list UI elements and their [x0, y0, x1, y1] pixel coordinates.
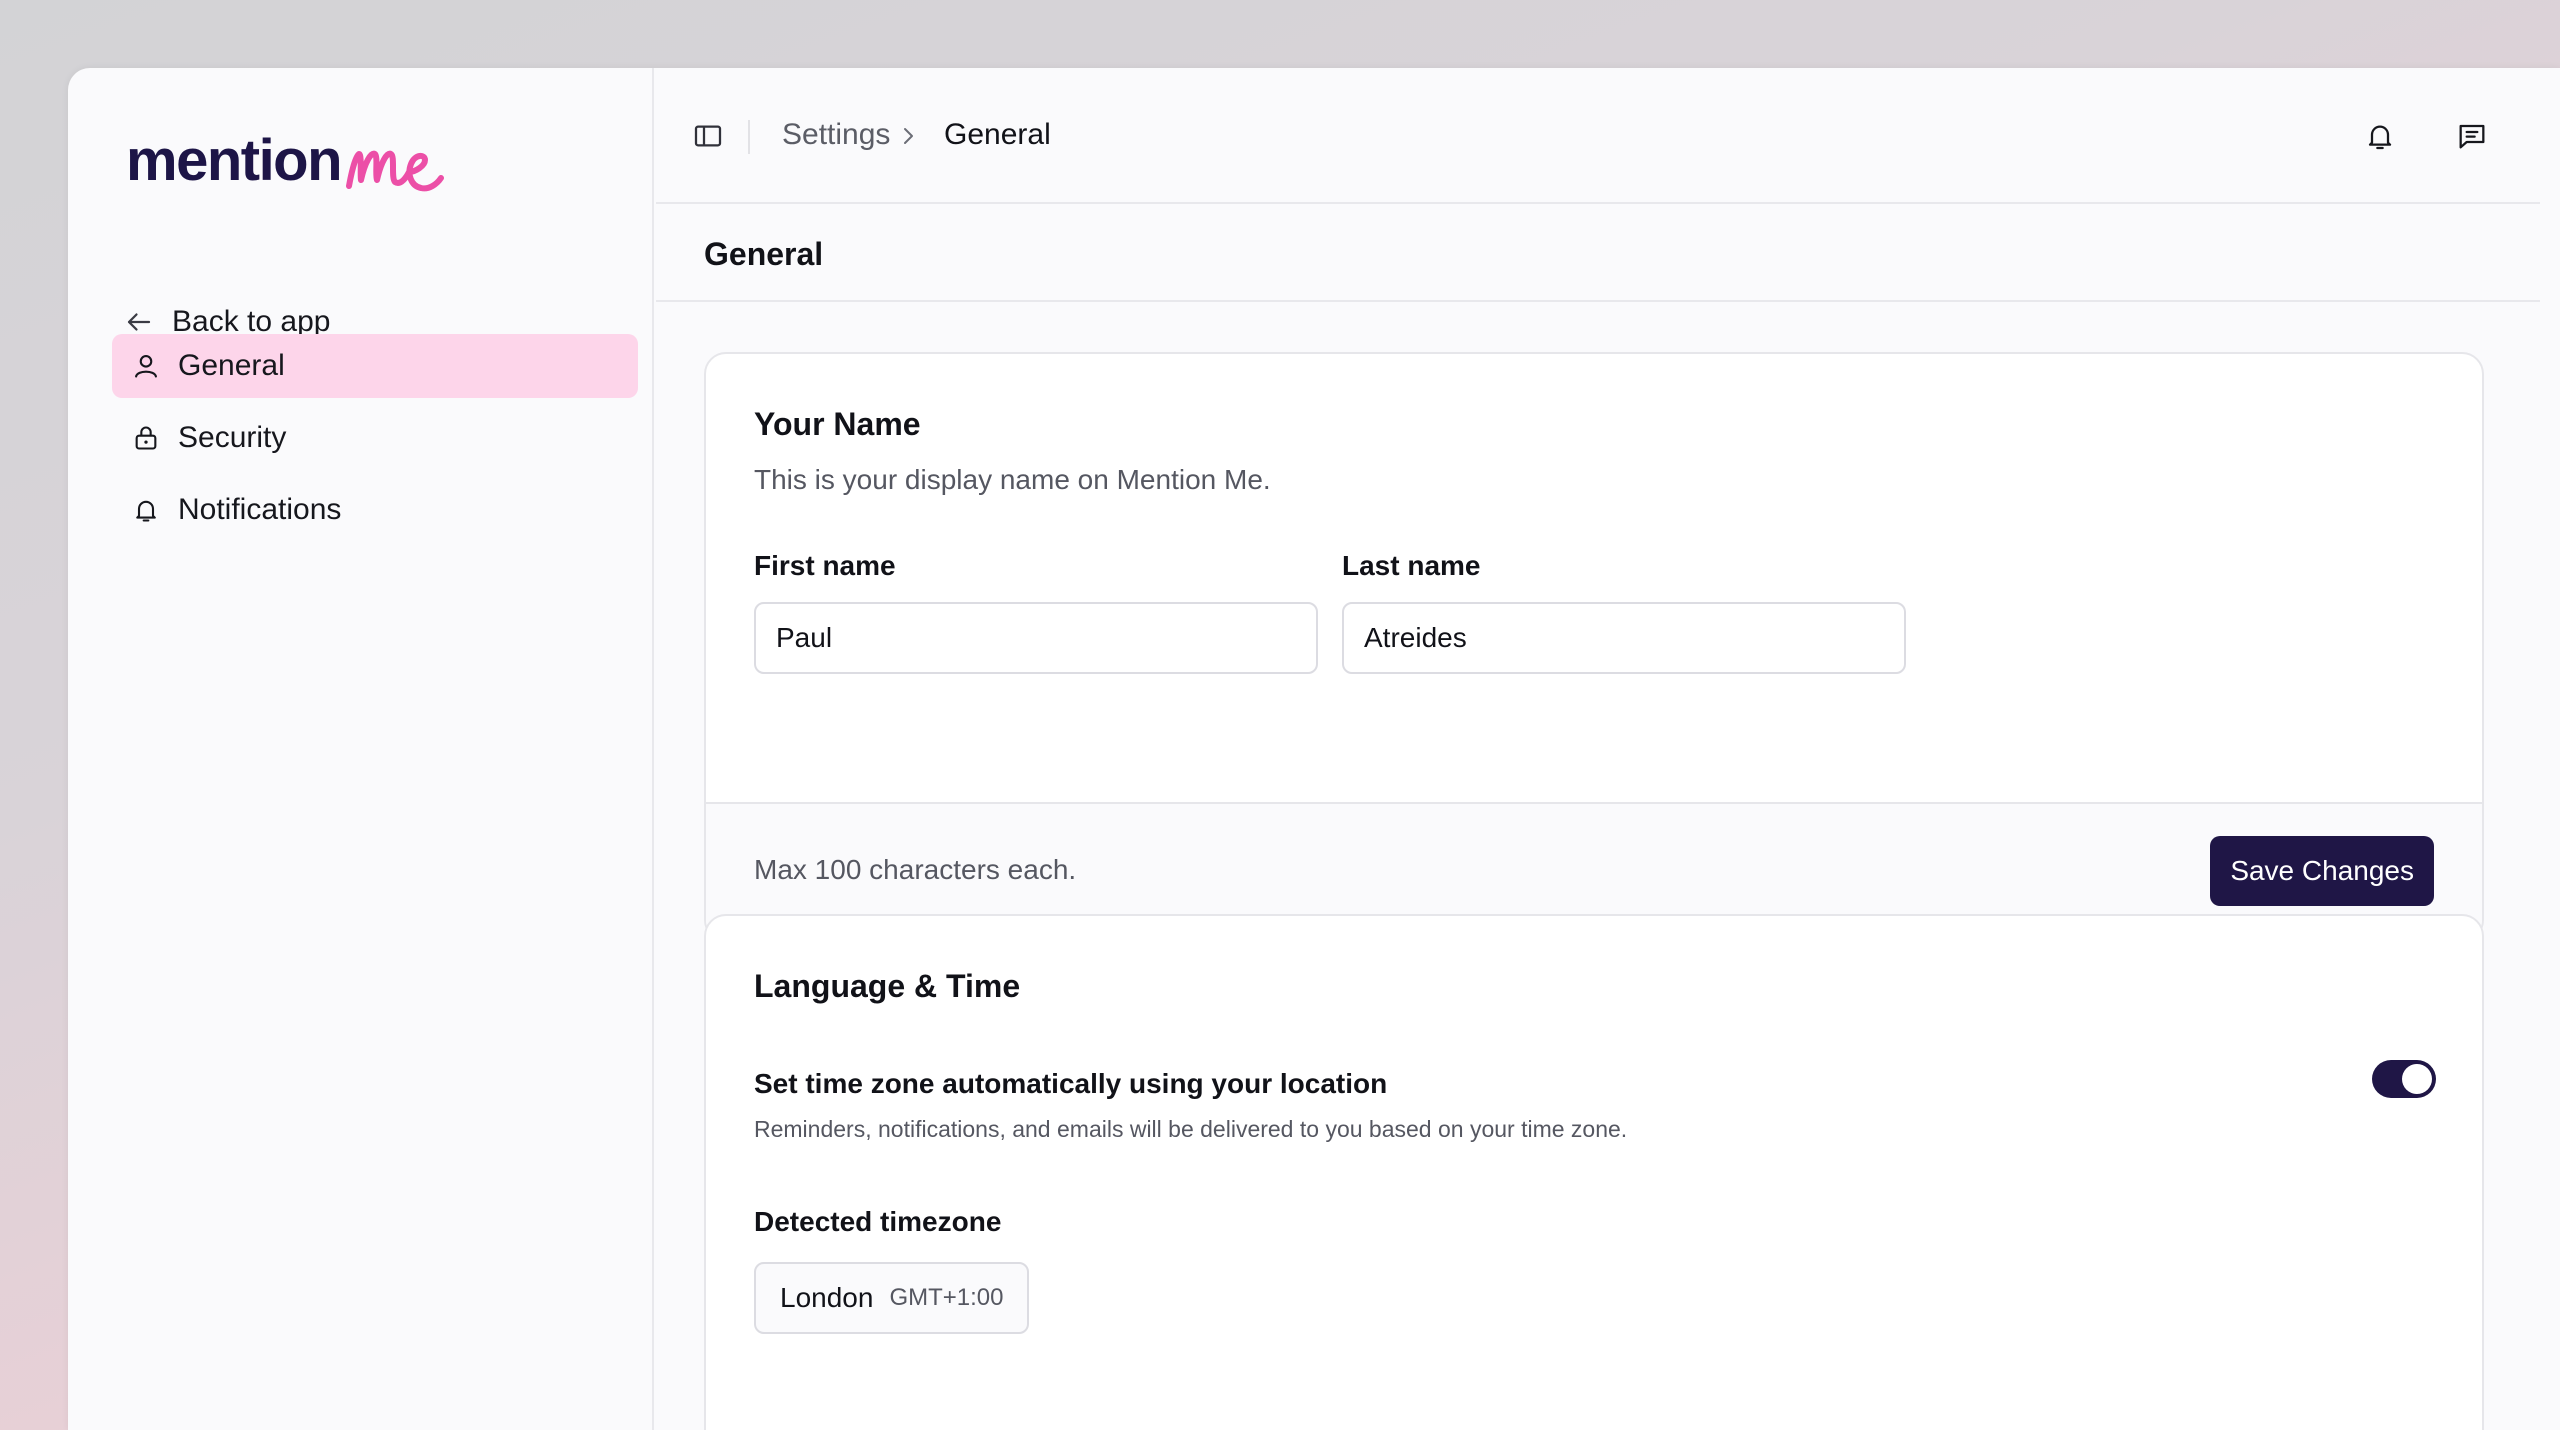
first-name-label: First name: [754, 550, 896, 581]
page-header: General: [656, 206, 2540, 302]
detected-timezone-label: Detected timezone: [754, 1206, 1002, 1237]
sidebar-item-label: Security: [178, 421, 287, 454]
sidebar-item-security[interactable]: Security: [112, 406, 638, 470]
settings-nav: General Security Notifications: [112, 334, 638, 550]
header-divider: [748, 120, 750, 154]
bell-icon: [2368, 125, 2392, 150]
logo: mention: [126, 110, 445, 193]
sidebar-item-general[interactable]: General: [112, 334, 638, 398]
logo-text: mention: [126, 128, 343, 193]
arrow-left-icon: [127, 313, 151, 331]
messages-button[interactable]: [2452, 116, 2492, 156]
character-limit-note: Max 100 characters each.: [754, 854, 1077, 885]
last-name-label: Last name: [1342, 550, 1481, 581]
timezone-offset: GMT+1:00: [889, 1284, 1004, 1311]
message-icon: [2459, 124, 2485, 149]
top-bar: Settings General: [656, 68, 2540, 204]
notifications-button[interactable]: [2360, 116, 2400, 156]
timezone-city: London: [780, 1282, 874, 1313]
breadcrumb-settings[interactable]: Settings: [782, 118, 890, 152]
chevron-right-icon: [904, 128, 913, 144]
sidebar-item-label: Notifications: [178, 493, 342, 526]
auto-timezone-description: Reminders, notifications, and emails wil…: [754, 1116, 1628, 1142]
sidebar-item-notifications[interactable]: Notifications: [112, 478, 638, 542]
auto-timezone-toggle[interactable]: [2372, 1060, 2436, 1098]
timezone-select[interactable]: London GMT+1:00: [754, 1262, 1030, 1334]
card-title: Language & Time: [754, 968, 1021, 1004]
logo-script-me: [346, 150, 445, 192]
language-time-card: Language & Time Set time zone automatica…: [704, 914, 2484, 1430]
breadcrumb-general: General: [944, 118, 1051, 151]
lock-icon: [130, 422, 162, 454]
last-name-field[interactable]: [1342, 602, 1906, 674]
sidebar: mention Back to app General Security Not…: [68, 68, 654, 1430]
bell-icon: [130, 494, 162, 526]
save-changes-button[interactable]: Save Changes: [2210, 836, 2434, 906]
card-description: This is your display name on Mention Me.: [754, 464, 1271, 495]
sidebar-item-label: General: [178, 349, 285, 382]
toggle-knob: [2402, 1064, 2432, 1094]
auto-timezone-title: Set time zone automatically using your l…: [754, 1068, 1388, 1099]
your-name-card: Your Name This is your display name on M…: [704, 352, 2484, 942]
card-title: Your Name: [754, 406, 921, 442]
sidebar-toggle-icon[interactable]: [692, 120, 724, 152]
page-title: General: [704, 236, 824, 272]
first-name-field[interactable]: [754, 602, 1318, 674]
app-window: mention Back to app General Security Not…: [68, 68, 2560, 1430]
user-icon: [130, 350, 162, 382]
